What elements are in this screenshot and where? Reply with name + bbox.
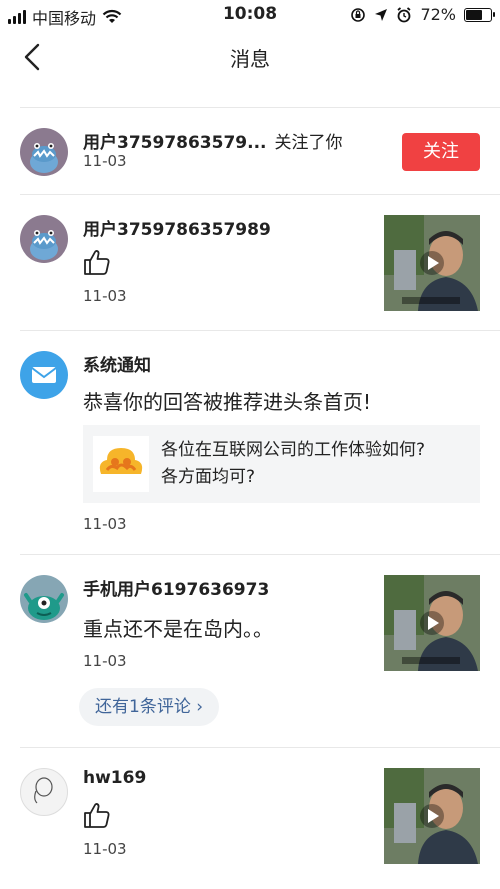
list-item-system[interactable]: 系统通知 恭喜你的回答被推荐进头条首页! 各位在互联网公司的工作体验如何? 各方… <box>0 331 500 554</box>
monster-avatar-icon <box>20 215 68 263</box>
question-text: 各位在互联网公司的工作体验如何? 各方面均可? <box>161 437 471 491</box>
list-item-like[interactable]: 用户3759786357989 11-03 <box>0 195 500 330</box>
follow-button[interactable]: 关注 <box>402 133 480 171</box>
thumbs-up-icon <box>84 250 110 275</box>
cloud-logo-icon <box>99 448 143 474</box>
username[interactable]: 手机用户6197636973 <box>83 575 269 600</box>
notice-text: 恭喜你的回答被推荐进头条首页! <box>83 390 372 414</box>
username[interactable]: 用户3759786357989 <box>83 215 271 240</box>
rotation-lock-icon <box>351 7 366 22</box>
page-title: 消息 <box>230 47 270 71</box>
status-bar: 中国移动 10:08 72% <box>0 0 500 30</box>
list-item-follow[interactable]: 用户37597863579... 关注了你 11-03 关注 <box>0 108 500 194</box>
battery-percent: 72% <box>420 5 456 24</box>
video-thumbnail-image <box>384 575 480 671</box>
question-line: 各位在互联网公司的工作体验如何? <box>161 440 426 460</box>
nav-bar: 消息 <box>0 30 500 84</box>
action-text: 关注了你 <box>274 133 343 153</box>
monster-avatar-icon <box>20 128 68 176</box>
video-thumbnail-image <box>384 768 480 864</box>
timestamp: 11-03 <box>83 840 127 858</box>
avatar <box>20 351 68 399</box>
question-logo <box>93 436 149 492</box>
alarm-icon <box>397 6 411 22</box>
timestamp: 11-03 <box>83 652 127 670</box>
timestamp: 11-03 <box>83 152 127 170</box>
avatar[interactable] <box>20 215 68 263</box>
list-item-like[interactable]: hw169 11-03 <box>0 748 500 889</box>
comment-text: 重点还不是在岛内。。 <box>83 617 273 641</box>
username-text: 用户37597863579... <box>83 133 267 153</box>
sketch-avatar-icon <box>34 777 53 804</box>
quoted-question-card[interactable]: 各位在互联网公司的工作体验如何? 各方面均可? <box>83 425 480 503</box>
location-icon <box>375 8 388 21</box>
video-thumbnail[interactable] <box>384 575 480 671</box>
thumbs-up-icon <box>84 803 110 828</box>
list-item-comment[interactable]: 手机用户6197636973 重点还不是在岛内。。 11-03 还有1条评论 › <box>0 555 500 747</box>
username: 系统通知 <box>83 356 151 376</box>
video-thumbnail[interactable] <box>384 768 480 864</box>
avatar[interactable] <box>20 768 68 816</box>
username[interactable]: 用户37597863579... 关注了你 <box>83 128 343 153</box>
avatar[interactable] <box>20 575 68 623</box>
battery-icon <box>464 7 495 22</box>
monster-avatar-icon <box>20 575 68 623</box>
username[interactable]: hw169 <box>83 768 146 788</box>
video-thumbnail[interactable] <box>384 215 480 311</box>
question-line: 各方面均可? <box>161 467 256 487</box>
mail-icon <box>31 367 57 383</box>
more-comments-button[interactable]: 还有1条评论 › <box>79 688 220 726</box>
video-thumbnail-image <box>384 215 480 311</box>
avatar[interactable] <box>20 128 68 176</box>
timestamp: 11-03 <box>83 515 127 533</box>
timestamp: 11-03 <box>83 287 127 305</box>
